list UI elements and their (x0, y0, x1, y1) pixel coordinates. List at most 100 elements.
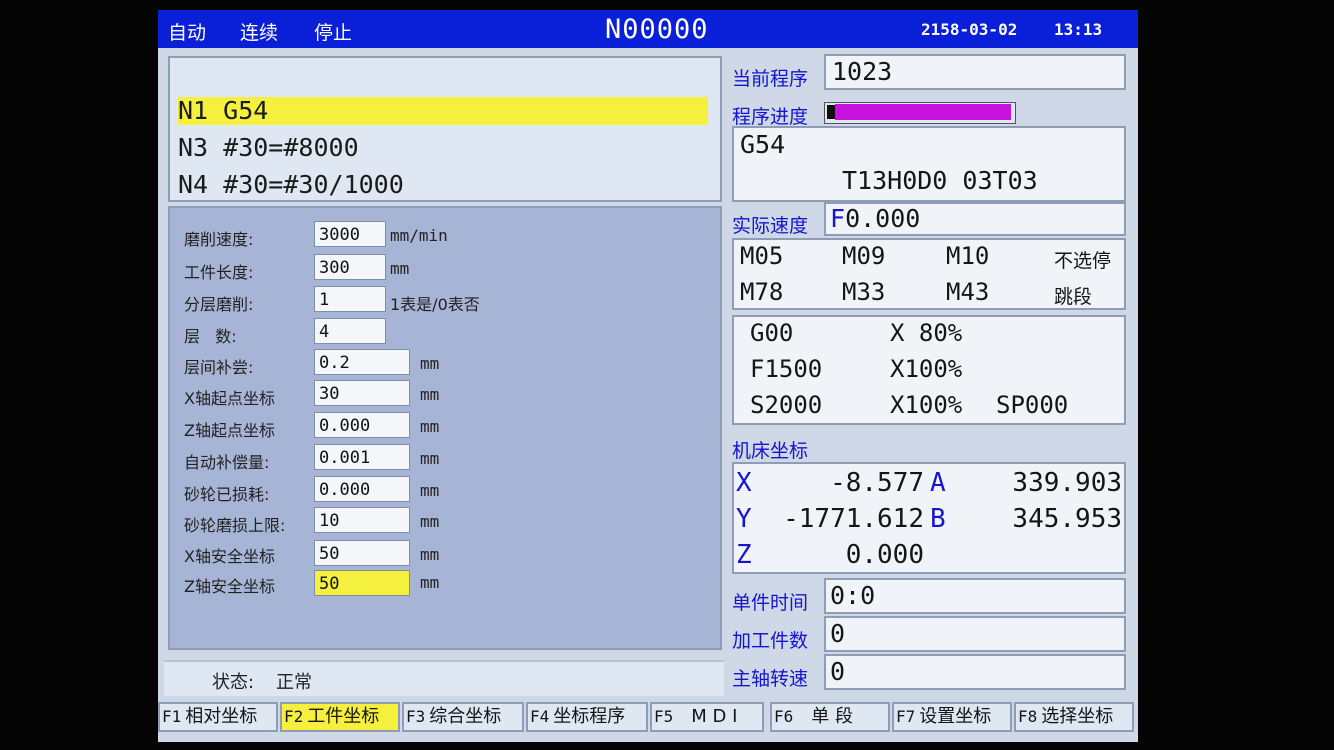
param-unit: mm (420, 573, 440, 592)
m-code: M05 (740, 242, 784, 270)
spindle-speed-field: 0 (824, 654, 1126, 690)
f1-relative-coords-button[interactable]: F1 相对坐标 (158, 702, 278, 732)
z-start-field[interactable]: 0.000 (314, 412, 410, 438)
fkey-number: F2 (284, 707, 304, 726)
param-label: 层间补尝: (184, 358, 254, 377)
fkey-number: F7 (896, 707, 916, 726)
fkey-number: F8 (1018, 707, 1038, 726)
status-bar: 状态: 正常 (164, 660, 724, 696)
program-number: N00000 (605, 14, 709, 45)
axis-y-value: -1771.612 (783, 504, 924, 534)
param-unit: mm/min (390, 226, 448, 245)
fkey-label: 综合坐标 (429, 706, 502, 727)
f5-mdi-button[interactable]: F5 M D I (650, 702, 764, 732)
menu-stop[interactable]: 停止 (314, 18, 352, 45)
axis-z-value: 0.000 (845, 540, 924, 570)
fkey-label: 单 段 (811, 706, 853, 727)
f7-set-coords-button[interactable]: F7 设置坐标 (892, 702, 1012, 732)
piece-time-field: 0:0 (824, 578, 1126, 614)
block-line: T13H0D0 03T03 (842, 166, 1038, 195)
status-label: 状态: (212, 672, 255, 693)
workpiece-length-field[interactable]: 300 (314, 254, 386, 280)
actual-speed-value: 0.000 (845, 204, 921, 233)
feed-prefix: F (830, 204, 846, 233)
f2-workpiece-coords-button[interactable]: F2 工件坐标 (280, 702, 400, 732)
param-unit: mm (420, 545, 440, 564)
param-unit: mm (420, 417, 440, 436)
axis-b-value: 345.953 (1012, 504, 1122, 534)
spindle-override: X100% (890, 391, 963, 419)
progress-label: 程序进度 (732, 106, 809, 128)
axis-y-label: Y (736, 504, 752, 534)
spindle-position: SP000 (996, 391, 1069, 419)
status-value: 正常 (276, 672, 312, 693)
param-unit: mm (420, 385, 440, 404)
fkey-label: 设置坐标 (919, 706, 992, 727)
feed-override: X 80% (890, 319, 963, 347)
block-line: G54 (740, 130, 786, 159)
axis-a-value: 339.903 (1012, 468, 1122, 498)
fkey-number: F5 (654, 707, 674, 726)
m-code: M09 (842, 242, 886, 270)
f4-coord-program-button[interactable]: F4 坐标程序 (526, 702, 648, 732)
fkey-number: F4 (530, 707, 550, 726)
menu-auto[interactable]: 自动 (168, 18, 206, 45)
axis-a-label: A (930, 468, 946, 498)
fkey-label: 相对坐标 (185, 706, 258, 727)
z-safe-field[interactable]: 50 (314, 570, 410, 596)
param-label: 工件长度: (184, 263, 254, 282)
fkey-label: 选择坐标 (1041, 706, 1114, 727)
m-code: M43 (946, 278, 990, 306)
axis-x-value: -8.577 (830, 468, 924, 498)
fkey-number: F1 (162, 707, 182, 726)
auto-compensation-field[interactable]: 0.001 (314, 444, 410, 470)
fkey-number: F3 (406, 707, 426, 726)
wheel-wear-field[interactable]: 0.000 (314, 476, 410, 502)
modal-status-panel: G00 X 80% F1500 X100% S2000 X100% SP000 (732, 315, 1126, 425)
actual-speed-label: 实际速度 (732, 215, 809, 237)
param-unit: mm (420, 481, 440, 500)
date: 2158-03-02 (921, 20, 1018, 39)
time: 13:13 (1054, 20, 1103, 39)
code-line[interactable]: N3 #30=#8000 (178, 134, 359, 162)
grinding-speed-field[interactable]: 3000 (314, 221, 386, 247)
param-label: X轴起点坐标 (184, 389, 275, 408)
param-label: X轴安全坐标 (184, 547, 275, 566)
param-unit: mm (420, 512, 440, 531)
progress-fill (835, 104, 1011, 120)
piece-time-label: 单件时间 (732, 592, 809, 614)
rapid-override: X100% (890, 355, 963, 383)
f6-single-block-button[interactable]: F6 单 段 (770, 702, 890, 732)
param-label: Z轴起点坐标 (184, 421, 275, 440)
feed-rate: F1500 (750, 355, 823, 383)
current-program-label: 当前程序 (732, 68, 809, 90)
param-label: 分层磨削: (184, 295, 254, 314)
machine-coords-label: 机床坐标 (732, 440, 809, 462)
x-start-field[interactable]: 30 (314, 380, 410, 406)
layer-count-field[interactable]: 4 (314, 318, 386, 344)
menu-continuous[interactable]: 连续 (240, 18, 278, 45)
g-code: G00 (750, 319, 794, 347)
function-key-bar: F1 相对坐标 F2 工件坐标 F3 综合坐标 F4 坐标程序 F5 M D I F6 单 … (158, 702, 1138, 736)
code-line-current[interactable]: N1 G54 (178, 97, 708, 125)
x-safe-field[interactable]: 50 (314, 540, 410, 566)
spindle-speed: S2000 (750, 391, 823, 419)
actual-speed-field: F0.000 (824, 202, 1126, 236)
code-line[interactable]: N4 #30=#30/1000 (178, 171, 404, 199)
layer-compensation-field[interactable]: 0.2 (314, 349, 410, 375)
fkey-number: F6 (774, 707, 794, 726)
wheel-wear-limit-field[interactable]: 10 (314, 507, 410, 533)
param-label: Z轴安全坐标 (184, 577, 275, 596)
param-unit: mm (390, 259, 410, 278)
piece-count-label: 加工件数 (732, 630, 809, 652)
m-code: M10 (946, 242, 990, 270)
param-label: 层 数: (184, 327, 237, 346)
param-label: 砂轮磨损上限: (184, 516, 286, 535)
layered-grinding-field[interactable]: 1 (314, 286, 386, 312)
m-code-panel: M05 M09 M10 不选停 M78 M33 M43 跳段 (732, 238, 1126, 310)
piece-count-field: 0 (824, 616, 1126, 652)
cnc-screen: 自动 连续 停止 N00000 2158-03-02 13:13 N1 G54 … (158, 10, 1138, 742)
f3-combined-coords-button[interactable]: F3 综合坐标 (402, 702, 524, 732)
param-label: 磨削速度: (184, 230, 254, 249)
f8-select-coords-button[interactable]: F8 选择坐标 (1014, 702, 1134, 732)
